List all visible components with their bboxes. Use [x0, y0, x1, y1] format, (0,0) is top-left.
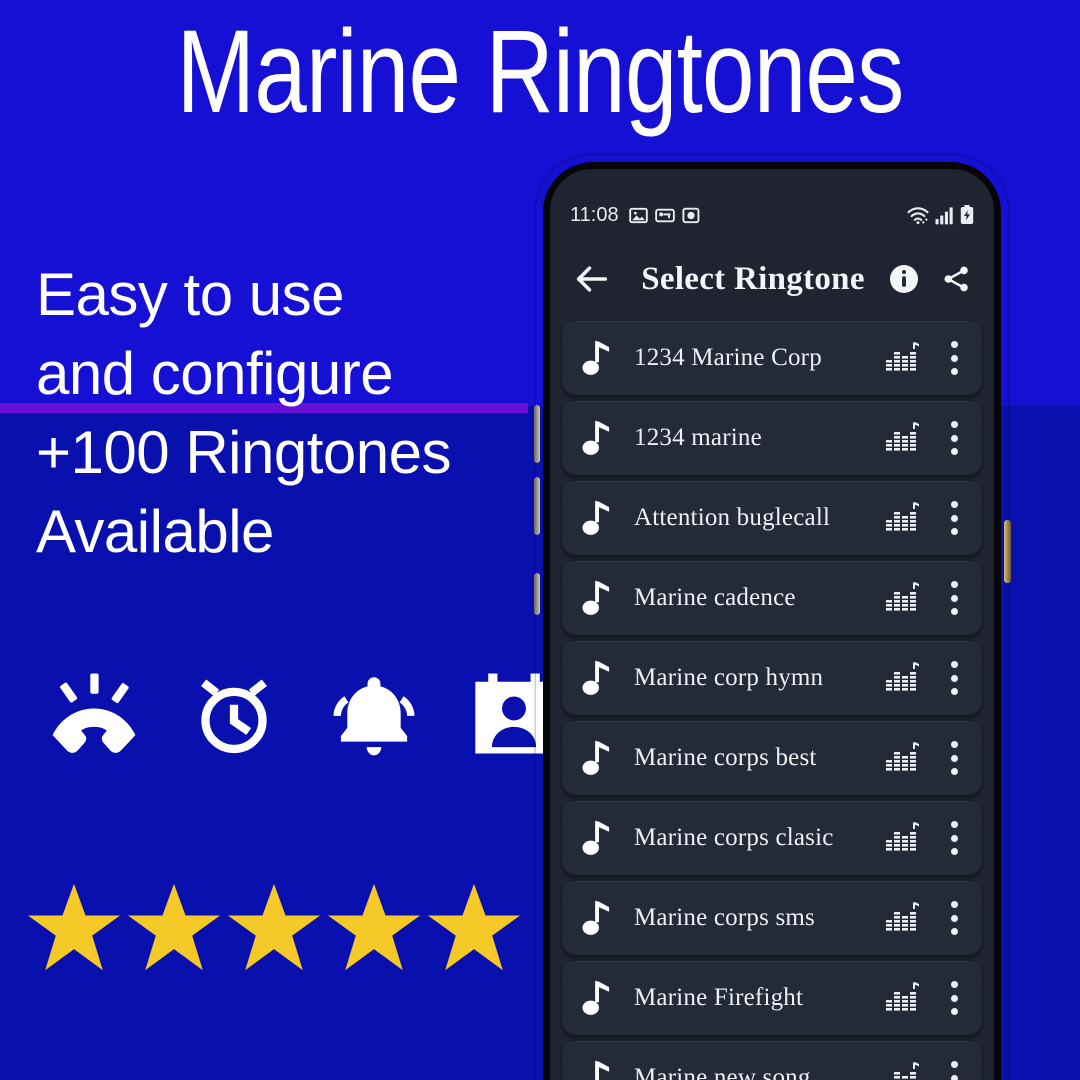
promo-bullet-3: +100 Ringtones: [36, 419, 452, 486]
ringtone-title: Marine corps clasic: [634, 824, 834, 851]
music-note-icon: [582, 660, 610, 695]
ringtone-title: 1234 Marine Corp: [634, 344, 822, 371]
music-note-icon: [582, 900, 610, 935]
more-vertical-icon[interactable]: [950, 981, 958, 1015]
promo-bullet-4: Available: [36, 498, 274, 565]
star-icon: [427, 883, 521, 971]
ringtone-list-item[interactable]: 1234 Marine Corp: [562, 321, 982, 395]
more-vertical-icon[interactable]: [950, 421, 958, 455]
ringtone-title: Marine new song: [634, 1064, 811, 1080]
ringtone-title: Marine corps best: [634, 744, 817, 771]
ringing-phone-icon: [52, 673, 136, 753]
promo-bullet-list: Easy to use and configure +100 Ringtones…: [36, 255, 536, 571]
equalizer-icon[interactable]: [886, 742, 920, 774]
star-icon: [227, 883, 321, 971]
ringtone-list-item[interactable]: Attention buglecall: [562, 481, 982, 555]
music-note-icon: [582, 980, 610, 1015]
clock-icon: [682, 207, 699, 223]
wifi-icon: [907, 207, 929, 225]
music-note-icon: [582, 500, 610, 535]
more-vertical-icon[interactable]: [950, 901, 958, 935]
ringtone-list-item[interactable]: Marine corps sms: [562, 881, 982, 955]
phone-screen: 11:08 Select Ringtone 1234 Marine Corp 1…: [550, 169, 994, 1080]
equalizer-icon[interactable]: [886, 502, 920, 534]
more-vertical-icon[interactable]: [950, 501, 958, 535]
ringtone-title: Marine Firefight: [634, 984, 804, 1011]
side-key-button[interactable]: [534, 573, 540, 615]
ringtone-title: Attention buglecall: [634, 504, 831, 531]
equalizer-icon[interactable]: [886, 982, 920, 1014]
more-vertical-icon[interactable]: [950, 661, 958, 695]
screenshot-icon: [654, 208, 675, 222]
ringtone-list-item[interactable]: Marine cadence: [562, 561, 982, 635]
alarm-clock-icon: [201, 679, 267, 754]
music-note-icon: [582, 580, 610, 615]
battery-charging-icon: [960, 205, 974, 224]
share-icon[interactable]: [940, 263, 972, 295]
more-vertical-icon[interactable]: [950, 821, 958, 855]
status-bar-system-icons: [906, 205, 974, 225]
equalizer-icon[interactable]: [886, 822, 920, 854]
music-note-icon: [582, 420, 610, 455]
music-note-icon: [582, 820, 610, 855]
app-bar: Select Ringtone: [550, 241, 994, 317]
star-icon: [327, 883, 421, 971]
more-vertical-icon[interactable]: [950, 741, 958, 775]
equalizer-icon[interactable]: [886, 902, 920, 934]
equalizer-icon[interactable]: [886, 582, 920, 614]
more-vertical-icon[interactable]: [950, 581, 958, 615]
phone-mockup: 11:08 Select Ringtone 1234 Marine Corp 1…: [534, 155, 1011, 1080]
ringtone-list[interactable]: 1234 Marine Corp 1234 marine Attention b…: [550, 321, 994, 1080]
ringtone-title: 1234 marine: [634, 424, 762, 451]
status-bar-clock: 11:08: [570, 203, 619, 226]
ringtone-list-item[interactable]: Marine corps best: [562, 721, 982, 795]
promo-bullet-2: and configure: [36, 340, 394, 407]
star-icon: [27, 883, 121, 971]
ringtone-title: Marine corp hymn: [634, 664, 824, 691]
page-title: Marine Ringtones: [176, 6, 904, 138]
ringing-bell-icon: [333, 677, 415, 756]
status-bar-notification-icons: [628, 206, 700, 225]
equalizer-icon[interactable]: [886, 1062, 920, 1080]
ringtone-title: Marine cadence: [634, 584, 796, 611]
app-bar-actions: [888, 263, 972, 295]
status-bar: 11:08: [550, 199, 994, 231]
ringtone-list-item[interactable]: Marine Firefight: [562, 961, 982, 1035]
more-vertical-icon[interactable]: [950, 1061, 958, 1080]
promo-bullet-1: Easy to use: [36, 261, 345, 328]
app-bar-title: Select Ringtone: [641, 260, 865, 297]
signal-icon: [935, 207, 953, 225]
feature-icon-row: [48, 668, 560, 760]
equalizer-icon[interactable]: [886, 342, 920, 374]
info-icon[interactable]: [888, 263, 920, 295]
equalizer-icon[interactable]: [886, 662, 920, 694]
ringtone-list-item[interactable]: Marine new song: [562, 1041, 982, 1080]
ringtone-list-item[interactable]: Marine corps clasic: [562, 801, 982, 875]
ringtone-list-item[interactable]: Marine corp hymn: [562, 641, 982, 715]
star-icon: [127, 883, 221, 971]
music-note-icon: [582, 740, 610, 775]
ringtone-list-item[interactable]: 1234 marine: [562, 401, 982, 475]
rating-stars: [26, 880, 522, 976]
power-button[interactable]: [1004, 520, 1011, 583]
arrow-back-icon[interactable]: [572, 259, 612, 299]
volume-up-button[interactable]: [534, 405, 540, 463]
volume-down-button[interactable]: [534, 477, 540, 535]
music-note-icon: [582, 340, 610, 375]
more-vertical-icon[interactable]: [950, 341, 958, 375]
ringtone-title: Marine corps sms: [634, 904, 815, 931]
music-note-icon: [595, 1060, 610, 1080]
image-icon: [628, 207, 648, 223]
equalizer-icon[interactable]: [886, 422, 920, 454]
